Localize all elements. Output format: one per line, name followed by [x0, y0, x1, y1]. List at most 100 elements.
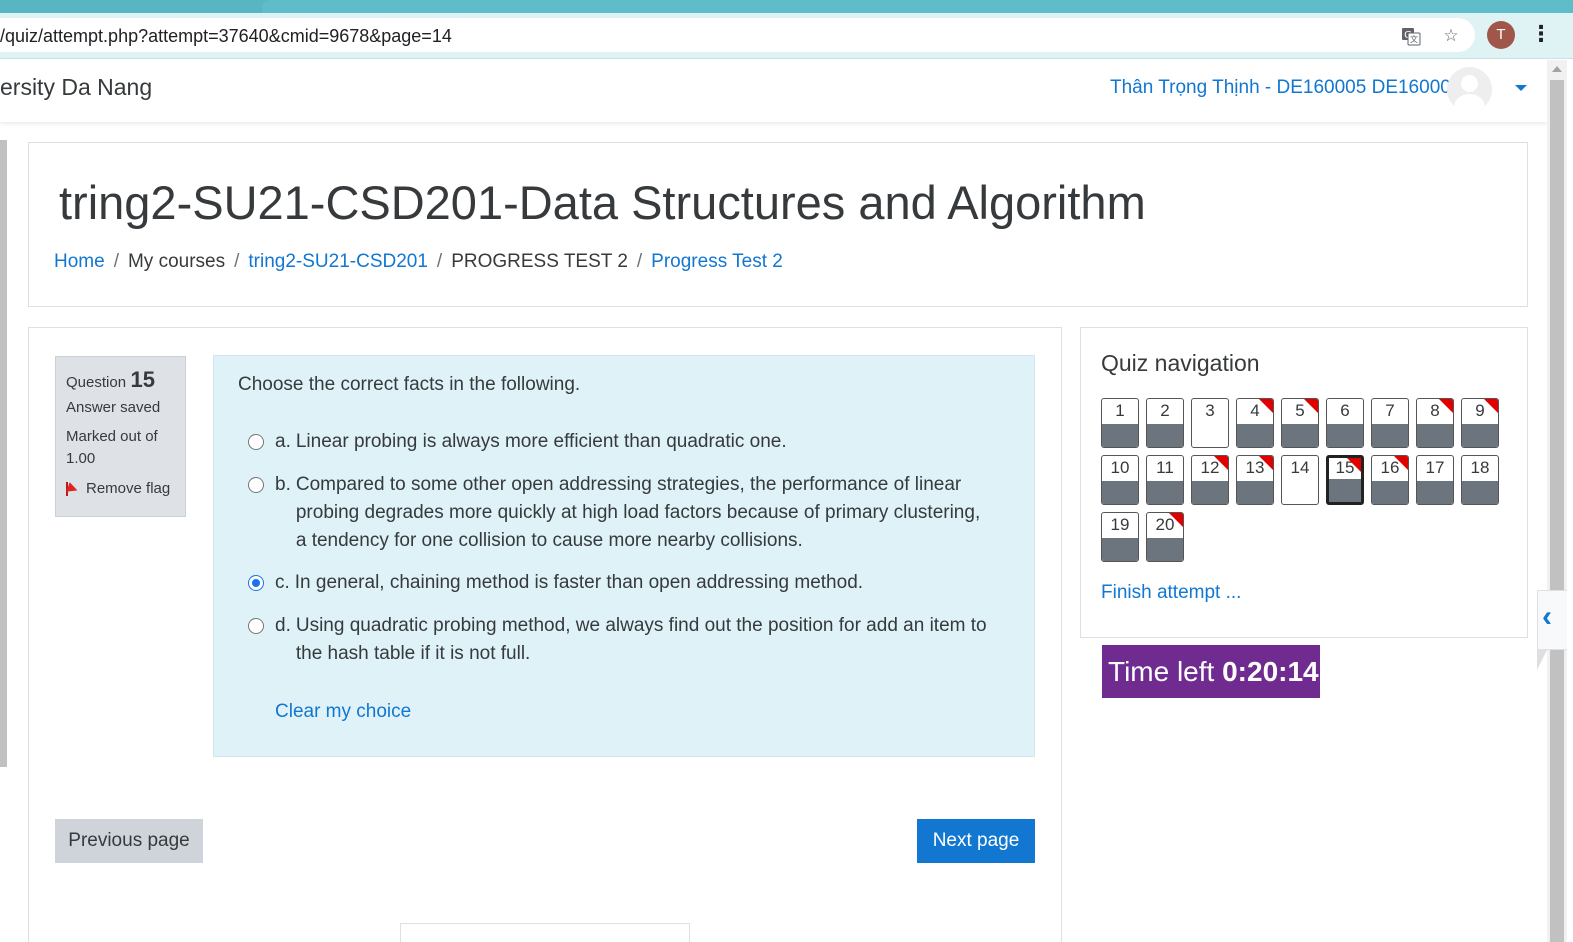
remove-flag-button[interactable]: Remove flag	[66, 480, 175, 497]
answered-indicator	[1237, 424, 1273, 447]
quiz-nav-question-button[interactable]: 10	[1101, 455, 1139, 505]
question-info: Question 15 Answer saved Marked out of 1…	[55, 356, 186, 517]
quiz-nav-question-button[interactable]: 18	[1461, 455, 1499, 505]
quiz-nav-question-button[interactable]: 6	[1326, 398, 1364, 448]
quiz-nav-question-button[interactable]: 20	[1146, 512, 1184, 562]
answer-text: In general, chaining method is faster th…	[294, 572, 864, 593]
answered-indicator	[1102, 424, 1138, 447]
flag-icon	[66, 481, 80, 496]
flagged-corner-icon	[1394, 456, 1408, 470]
next-page-button[interactable]: Next page	[917, 819, 1035, 863]
breadcrumb-home[interactable]: Home	[54, 251, 105, 272]
quiz-nav-question-button[interactable]: 14	[1281, 455, 1319, 505]
quiz-nav-question-number: 10	[1110, 458, 1130, 477]
breadcrumb-course[interactable]: tring2-SU21-CSD201	[248, 251, 428, 272]
translate-icon[interactable]: G文	[1401, 26, 1421, 46]
flagged-corner-icon	[1439, 399, 1453, 413]
quiz-nav-question-button[interactable]: 4	[1236, 398, 1274, 448]
footer-box	[400, 923, 690, 942]
quiz-nav-question-button[interactable]: 16	[1371, 455, 1409, 505]
block-drawer-toggle[interactable]: ‹	[1537, 590, 1567, 650]
quiz-nav-question-number: 17	[1425, 458, 1445, 477]
flagged-corner-icon	[1304, 399, 1318, 413]
answer-letter: a.	[275, 431, 291, 452]
quiz-nav-question-button[interactable]: 2	[1146, 398, 1184, 448]
answered-indicator	[1462, 481, 1498, 504]
question-label: Question	[66, 374, 127, 391]
previous-page-button[interactable]: Previous page	[55, 819, 203, 863]
quiz-nav-question-button[interactable]: 3	[1191, 398, 1229, 448]
answer-option-c[interactable]: c. In general, chaining method is faster…	[248, 569, 993, 597]
quiz-nav-question-button[interactable]: 12	[1191, 455, 1229, 505]
star-icon[interactable]: ☆	[1441, 26, 1461, 46]
quiz-navigation-block: Quiz navigation 1 2 3 4 5 6 7 8 9 10 11 12 13 14 15 16 1…	[1080, 327, 1528, 638]
quiz-nav-question-button[interactable]: 13	[1236, 455, 1274, 505]
svg-text:文: 文	[1410, 34, 1418, 44]
left-drawer-edge	[0, 140, 7, 767]
radio-a[interactable]	[248, 434, 264, 450]
answered-indicator	[1282, 424, 1318, 447]
quiz-nav-question-number: 3	[1205, 401, 1215, 420]
answered-indicator	[1102, 538, 1138, 561]
course-header: tring2-SU21-CSD201-Data Structures and A…	[28, 142, 1528, 307]
answer-letter: c.	[275, 572, 290, 593]
flagged-corner-icon	[1259, 456, 1273, 470]
quiz-nav-question-button[interactable]: 15	[1326, 455, 1364, 505]
quiz-navigation-title: Quiz navigation	[1101, 350, 1260, 376]
scrollbar-thumb[interactable]	[1550, 80, 1564, 942]
answered-indicator	[1102, 481, 1138, 504]
quiz-nav-question-button[interactable]: 7	[1371, 398, 1409, 448]
user-menu-caret-icon[interactable]	[1515, 85, 1527, 91]
address-bar[interactable]: /quiz/attempt.php?attempt=37640&cmid=967…	[0, 18, 1475, 52]
quiz-nav-question-button[interactable]: 9	[1461, 398, 1499, 448]
drawer-fold	[1537, 650, 1547, 670]
breadcrumb-activity[interactable]: Progress Test 2	[651, 251, 783, 272]
flagged-corner-icon	[1259, 399, 1273, 413]
radio-d[interactable]	[248, 618, 264, 634]
browser-active-tab[interactable]	[262, 0, 1573, 13]
answered-indicator	[1462, 424, 1498, 447]
answered-indicator	[1329, 479, 1361, 502]
quiz-nav-question-number: 7	[1385, 401, 1395, 420]
answered-indicator	[1372, 481, 1408, 504]
user-avatar[interactable]	[1447, 67, 1492, 112]
quiz-nav-question-button[interactable]: 17	[1416, 455, 1454, 505]
browser-toolbar: /quiz/attempt.php?attempt=37640&cmid=967…	[0, 13, 1573, 59]
answer-option-d[interactable]: d. Using quadratic probing method, we al…	[248, 612, 993, 668]
browser-profile-avatar[interactable]: T	[1487, 21, 1515, 49]
radio-b[interactable]	[248, 477, 264, 493]
answered-indicator	[1372, 424, 1408, 447]
scroll-up-arrow-icon[interactable]	[1552, 66, 1562, 72]
quiz-nav-question-button[interactable]: 5	[1281, 398, 1319, 448]
quiz-nav-question-number: 14	[1290, 458, 1310, 477]
time-left-timer: Time left 0:20:14	[1102, 645, 1320, 698]
answer-text: Compared to some other open addressing s…	[295, 474, 981, 551]
site-name[interactable]: ersity Da Nang	[0, 74, 152, 101]
question-formulation: Choose the correct facts in the followin…	[213, 355, 1035, 757]
chevron-left-icon: ‹	[1542, 600, 1552, 633]
breadcrumb-separator: /	[113, 251, 119, 272]
kebab-menu-icon[interactable]: ⋮	[1530, 21, 1552, 49]
flagged-corner-icon	[1169, 513, 1183, 527]
breadcrumb-separator: /	[636, 251, 643, 272]
answer-text: Using quadratic probing method, we alway…	[295, 615, 987, 664]
page-scrollbar[interactable]	[1547, 60, 1567, 942]
url-text[interactable]: /quiz/attempt.php?attempt=37640&cmid=967…	[0, 26, 452, 47]
finish-attempt-link[interactable]: Finish attempt ...	[1101, 582, 1241, 604]
user-menu-name[interactable]: Thân Trọng Thịnh - DE160005 DE160005	[1110, 77, 1461, 99]
radio-c[interactable]	[248, 575, 264, 591]
question-state: Answer saved	[66, 399, 161, 416]
answer-option-b[interactable]: b. Compared to some other open addressin…	[248, 471, 993, 555]
answer-option-a[interactable]: a. Linear probing is always more efficie…	[248, 428, 993, 456]
quiz-nav-question-button[interactable]: 11	[1146, 455, 1184, 505]
clear-choice-link[interactable]: Clear my choice	[275, 701, 411, 723]
page-title: tring2-SU21-CSD201-Data Structures and A…	[59, 176, 1146, 229]
quiz-nav-question-button[interactable]: 1	[1101, 398, 1139, 448]
quiz-nav-question-button[interactable]: 8	[1416, 398, 1454, 448]
answer-letter: d.	[275, 615, 291, 636]
quiz-nav-question-number: 19	[1110, 515, 1130, 534]
timer-label: Time left	[1108, 656, 1215, 687]
browser-tab-strip	[0, 0, 1573, 13]
site-navbar: ersity Da Nang Thân Trọng Thịnh - DE1600…	[0, 60, 1547, 122]
quiz-nav-question-button[interactable]: 19	[1101, 512, 1139, 562]
